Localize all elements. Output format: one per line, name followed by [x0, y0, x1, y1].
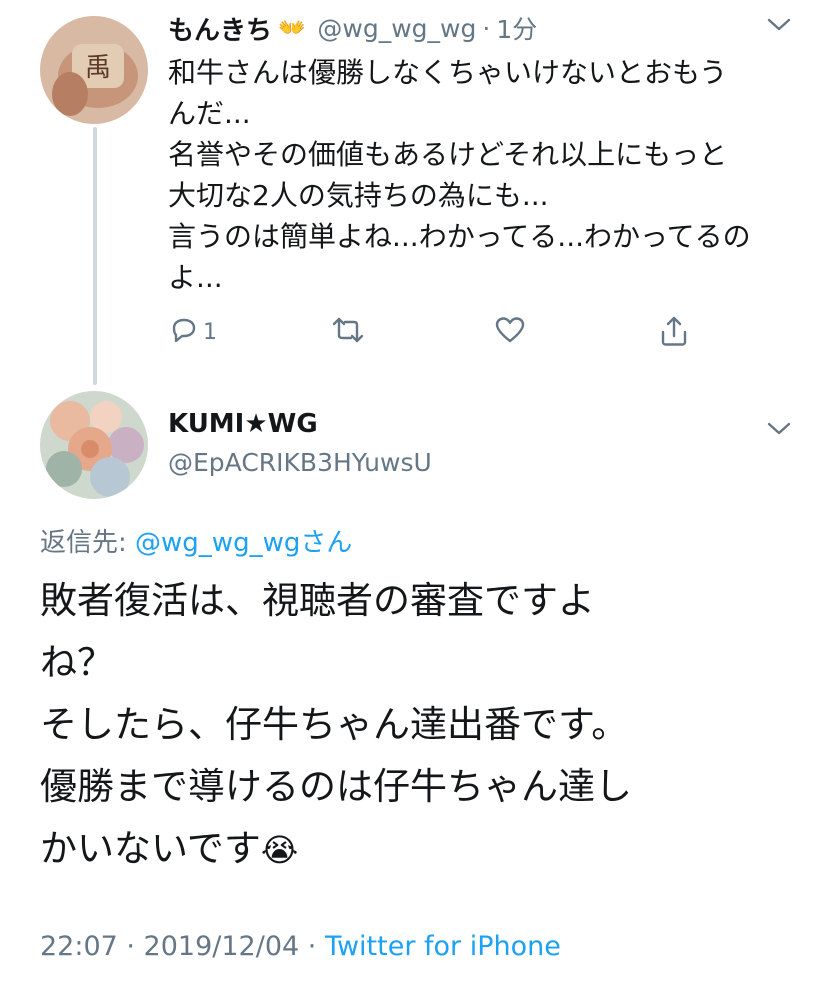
reply-icon: [168, 314, 200, 350]
author-handle[interactable]: @EpACRIKB3HYuwsU: [168, 448, 432, 477]
like-button[interactable]: [494, 314, 526, 350]
separator: ·: [482, 13, 491, 43]
svg-text:禹: 禹: [85, 53, 111, 83]
crying-emoji: 😭: [260, 831, 299, 869]
avatar-parent[interactable]: 禹: [40, 16, 148, 124]
parent-header: もんきち 👐 @wg_wg_wg · 1分: [168, 10, 537, 47]
chevron-down-icon[interactable]: [766, 14, 792, 34]
replying-to-label: 返信先:: [40, 528, 136, 558]
share-icon: [658, 316, 690, 352]
chevron-down-icon[interactable]: [766, 418, 792, 438]
replying-to-suffix[interactable]: さん: [300, 528, 352, 558]
avatar-main[interactable]: [40, 391, 148, 499]
thread-line: [93, 127, 97, 385]
tweet-meta: 22:07 · 2019/12/04 · Twitter for iPhone: [40, 931, 561, 962]
reply-count: 1: [203, 319, 217, 345]
timestamp[interactable]: 22:07 · 2019/12/04 ·: [40, 931, 325, 962]
like-icon: [494, 317, 526, 350]
author-name[interactable]: もんきち: [168, 10, 272, 47]
source-link[interactable]: Twitter for iPhone: [325, 931, 561, 962]
replying-to: 返信先: @wg_wg_wgさん: [40, 522, 352, 559]
replying-to-handle[interactable]: @wg_wg_wg: [135, 528, 300, 558]
reply-button[interactable]: 1: [168, 314, 217, 350]
author-handle[interactable]: @wg_wg_wg: [317, 14, 476, 43]
main-tweet-body: 敗者復活は、視聴者の審査ですよ ね？ そしたら、仔牛ちゃん達出番です。 優勝まで…: [40, 579, 632, 870]
tweet-time[interactable]: 1分: [496, 10, 537, 46]
retweet-button[interactable]: [330, 314, 366, 350]
retweet-icon: [330, 317, 366, 350]
author-name[interactable]: KUMI★WG: [168, 409, 318, 439]
share-button[interactable]: [658, 314, 690, 352]
parent-tweet-text: 和牛さんは優勝しなくちゃいけないとおもう んだ... 名誉やその価値もあるけどそ…: [168, 56, 751, 294]
main-tweet-text: 敗者復活は、視聴者の審査ですよ ね？ そしたら、仔牛ちゃん達出番です。 優勝まで…: [40, 570, 810, 881]
hands-emoji: 👐: [278, 15, 306, 41]
